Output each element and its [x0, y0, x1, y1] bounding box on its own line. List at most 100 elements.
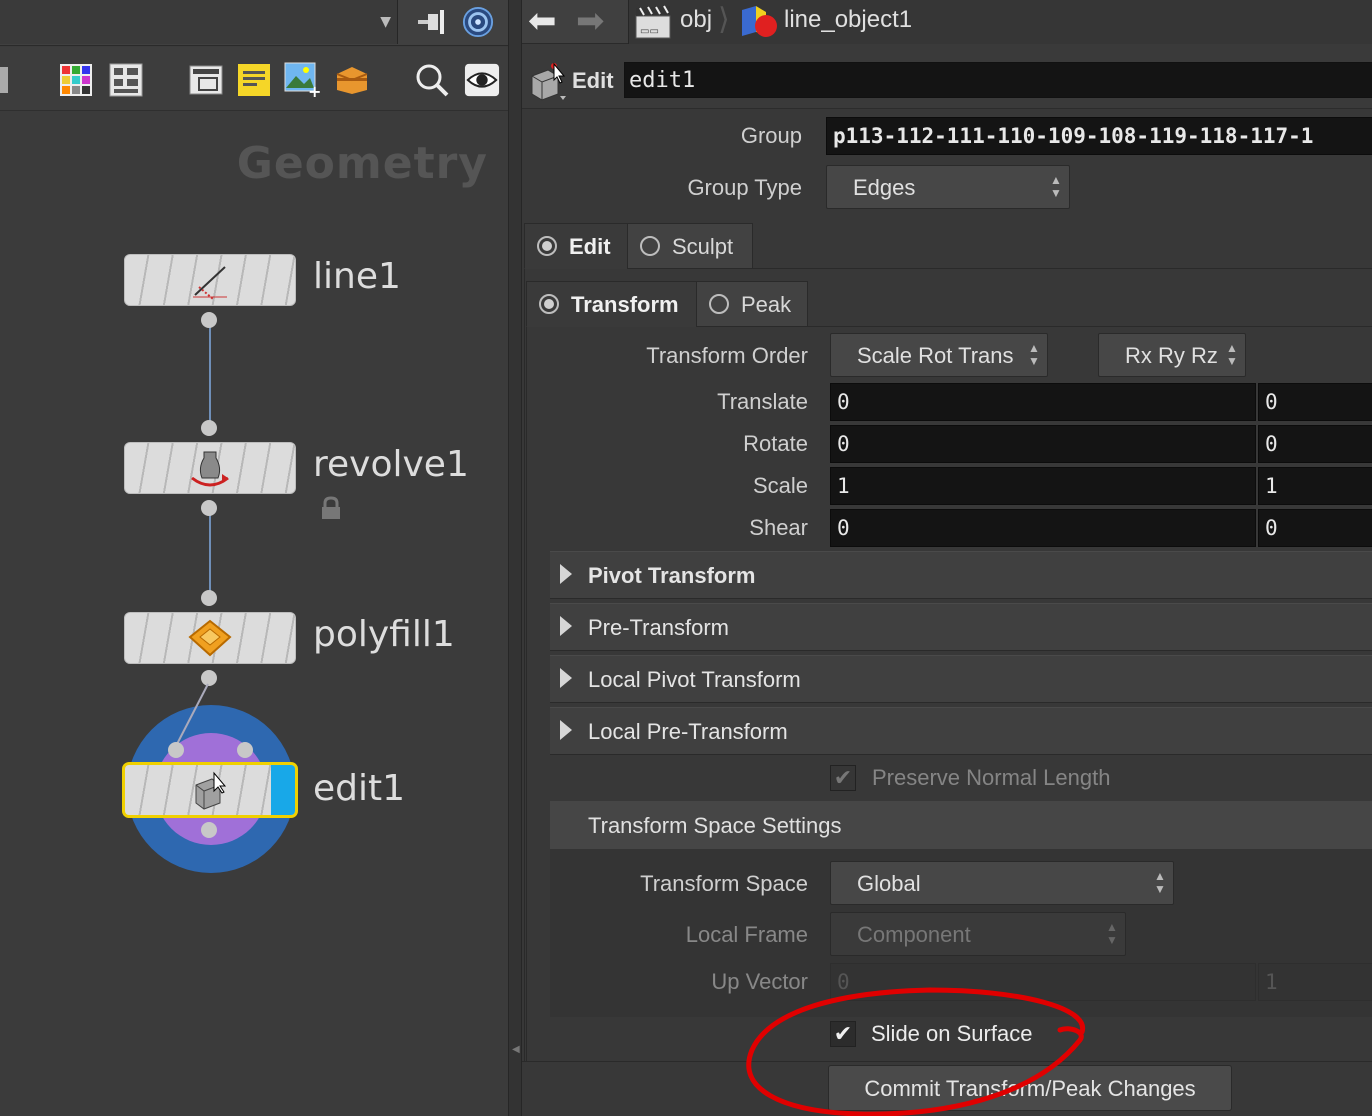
tab-edit[interactable]: Edit: [524, 223, 628, 269]
operation-tabbar: Transform Peak: [522, 281, 1372, 327]
expand-triangle-icon: [560, 720, 572, 740]
node-label-line1: line1: [313, 256, 401, 297]
lock-icon: [320, 496, 342, 524]
breadcrumb-obj[interactable]: obj: [680, 6, 712, 34]
transform-space-settings-header: Transform Space Settings: [550, 801, 1372, 849]
line-sop-icon: [187, 259, 233, 303]
pin-icon[interactable]: [416, 6, 448, 38]
transform-space-label: Transform Space: [640, 871, 808, 896]
network-box-icon[interactable]: [188, 62, 224, 98]
updown-arrows-icon: ▲ ▼: [1154, 869, 1166, 896]
revolve-sop-icon: [187, 447, 233, 491]
radio-icon: [539, 294, 559, 314]
tab-transform[interactable]: Transform: [526, 281, 697, 327]
group-type-label: Group Type: [687, 175, 802, 200]
back-arrow-icon[interactable]: ⬅: [528, 4, 557, 38]
pane-divider[interactable]: ◀: [508, 0, 522, 1116]
expand-triangle-icon: [560, 616, 572, 636]
subnet-box-icon[interactable]: [334, 62, 370, 98]
rotation-order-value: Rx Ry Rz: [1125, 343, 1218, 368]
node-revolve1[interactable]: [124, 442, 296, 494]
tab-peak[interactable]: Peak: [696, 281, 808, 327]
output-port[interactable]: [201, 312, 217, 328]
transform-order-label: Transform Order: [646, 343, 808, 368]
network-path-dropdown[interactable]: ▼: [0, 0, 398, 44]
input-port[interactable]: [237, 742, 253, 758]
dropdown-arrow-icon: ▼: [380, 14, 391, 30]
search-icon[interactable]: [414, 62, 450, 98]
folder-pivot-transform[interactable]: Pivot Transform: [550, 551, 1372, 599]
output-port[interactable]: [201, 822, 217, 838]
group-type-menu[interactable]: Edges ▲ ▼: [826, 165, 1070, 209]
network-pane: ▼ + Geometry line1 revolve1 polyfill1 ed…: [0, 0, 508, 1116]
up-vector-x-field[interactable]: 0: [830, 963, 1256, 1001]
node-line1[interactable]: [124, 254, 296, 306]
input-port[interactable]: [201, 420, 217, 436]
rotate-y-field[interactable]: 0: [1258, 425, 1372, 463]
mode-tabbar: Edit Sculpt: [522, 223, 1372, 269]
display-flag[interactable]: [271, 765, 295, 815]
input-port[interactable]: [201, 590, 217, 606]
node-label-edit1: edit1: [313, 768, 406, 809]
shear-label: Shear: [749, 515, 808, 540]
list-icon[interactable]: [0, 62, 12, 98]
radio-icon: [537, 236, 557, 256]
eye-icon[interactable]: [464, 62, 500, 98]
input-port[interactable]: [168, 742, 184, 758]
transform-order-value: Scale Rot Trans: [857, 343, 1014, 368]
rotate-x-field[interactable]: 0: [830, 425, 1256, 463]
slide-on-surface-checkbox[interactable]: ✔: [830, 1021, 856, 1047]
node-wire: [175, 683, 209, 747]
parameters: Group p113-112-111-110-109-108-119-118-1…: [522, 108, 1372, 1116]
geometry-object-icon: [738, 4, 780, 44]
node-edit1[interactable]: [122, 762, 298, 818]
up-vector-label: Up Vector: [711, 969, 808, 994]
breadcrumb-line-object1[interactable]: line_object1: [784, 6, 912, 34]
scale-x-field[interactable]: 1: [830, 467, 1256, 505]
translate-y-field[interactable]: 0: [1258, 383, 1372, 421]
node-polyfill1[interactable]: [124, 612, 296, 664]
svg-text:▭▭: ▭▭: [640, 26, 659, 37]
slide-on-surface-label: Slide on Surface: [871, 1021, 1033, 1046]
updown-arrows-icon: ▲ ▼: [1050, 173, 1062, 200]
folder-local-pre-transform[interactable]: Local Pre-Transform: [550, 707, 1372, 755]
preserve-normal-label: Preserve Normal Length: [872, 765, 1111, 790]
shape-palette-icon[interactable]: [108, 62, 144, 98]
node-type-label: Edit: [572, 68, 614, 93]
updown-arrows-icon: ▲ ▼: [1028, 341, 1040, 368]
radio-icon: [640, 236, 660, 256]
path-bar: ⬅ ➡ ▭▭ obj ⟩ line_object1: [522, 0, 1372, 44]
background-image-icon[interactable]: +: [284, 62, 320, 98]
node-name-input[interactable]: [624, 62, 1372, 98]
color-palette-icon[interactable]: [58, 62, 94, 98]
transform-space-menu[interactable]: Global ▲ ▼: [830, 861, 1174, 905]
folder-local-pivot-transform[interactable]: Local Pivot Transform: [550, 655, 1372, 703]
folder-pre-transform[interactable]: Pre-Transform: [550, 603, 1372, 651]
preserve-normal-checkbox[interactable]: ✔: [830, 765, 856, 791]
group-type-value: Edges: [853, 175, 916, 200]
group-field[interactable]: p113-112-111-110-109-108-119-118-117-1: [826, 117, 1372, 155]
edit-node-type-icon[interactable]: [526, 58, 572, 108]
output-port[interactable]: [201, 500, 217, 516]
forward-arrow-icon[interactable]: ➡: [576, 4, 605, 38]
svg-text:+: +: [308, 82, 320, 98]
translate-label: Translate: [717, 389, 808, 414]
scale-y-field[interactable]: 1: [1258, 467, 1372, 505]
shear-x-field[interactable]: 0: [830, 509, 1256, 547]
polyfill-sop-icon: [187, 617, 233, 661]
updown-arrows-icon: ▲ ▼: [1106, 920, 1118, 947]
transform-order-menu[interactable]: Scale Rot Trans ▲ ▼: [830, 333, 1048, 377]
sticky-note-icon[interactable]: [236, 62, 272, 98]
local-frame-menu[interactable]: Component ▲ ▼: [830, 912, 1126, 956]
rotation-order-menu[interactable]: Rx Ry Rz ▲ ▼: [1098, 333, 1246, 377]
transform-space-value: Global: [857, 871, 921, 896]
up-vector-y-field[interactable]: 1: [1258, 963, 1372, 1001]
link-target-icon[interactable]: [462, 6, 494, 38]
node-label-polyfill1: polyfill1: [313, 614, 455, 655]
tab-sculpt[interactable]: Sculpt: [627, 223, 753, 269]
translate-x-field[interactable]: 0: [830, 383, 1256, 421]
commit-changes-button[interactable]: Commit Transform/Peak Changes: [828, 1065, 1232, 1111]
node-wire: [209, 510, 211, 598]
shear-y-field[interactable]: 0: [1258, 509, 1372, 547]
expand-triangle-icon: [560, 668, 572, 688]
